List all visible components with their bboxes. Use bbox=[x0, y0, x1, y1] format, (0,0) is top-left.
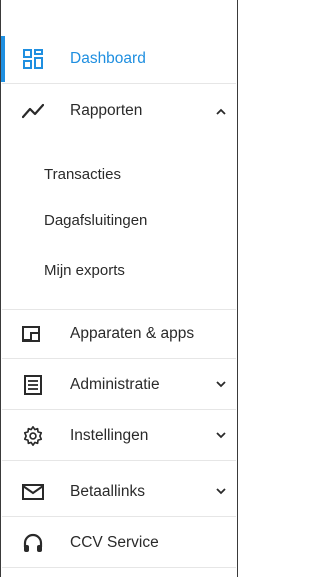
nav-item-ccv-service[interactable]: CCV Service bbox=[2, 518, 236, 568]
sidebar-nav: Dashboard Rapporten Transacties Dagafslu… bbox=[0, 0, 238, 577]
chevron-down-icon[interactable] bbox=[214, 378, 228, 392]
page-margin bbox=[238, 0, 248, 577]
nav-item-apparaten[interactable]: Apparaten & apps bbox=[2, 309, 236, 359]
subnav-item-transacties[interactable]: Transacties bbox=[44, 166, 121, 183]
nav-label-betaallinks: Betaallinks bbox=[70, 482, 145, 500]
devices-icon bbox=[21, 322, 45, 346]
chevron-down-icon[interactable] bbox=[214, 429, 228, 443]
nav-item-dashboard[interactable]: Dashboard bbox=[2, 34, 236, 84]
nav-label-administratie: Administratie bbox=[70, 375, 160, 393]
document-list-icon bbox=[21, 373, 45, 397]
nav-label-ccv-service: CCV Service bbox=[70, 533, 159, 551]
nav-item-instellingen[interactable]: Instellingen bbox=[2, 411, 236, 461]
subnav-item-mijn-exports[interactable]: Mijn exports bbox=[44, 262, 125, 279]
chevron-up-icon[interactable] bbox=[214, 104, 228, 118]
gear-icon bbox=[21, 424, 45, 448]
nav-label-dashboard: Dashboard bbox=[70, 49, 146, 67]
chevron-down-icon[interactable] bbox=[214, 485, 228, 499]
chart-line-icon bbox=[21, 99, 45, 123]
nav-item-betaallinks[interactable]: Betaallinks bbox=[2, 467, 236, 517]
nav-label-apparaten: Apparaten & apps bbox=[70, 324, 195, 342]
dashboard-grid-icon bbox=[21, 47, 45, 71]
subnav-item-dagafsluitingen[interactable]: Dagafsluitingen bbox=[44, 212, 147, 229]
nav-item-administratie[interactable]: Administratie bbox=[2, 360, 236, 410]
envelope-icon bbox=[21, 480, 45, 504]
nav-label-rapporten: Rapporten bbox=[70, 102, 143, 119]
nav-item-rapporten[interactable]: Rapporten bbox=[2, 86, 236, 136]
headset-icon bbox=[21, 531, 45, 555]
nav-label-instellingen: Instellingen bbox=[70, 426, 149, 444]
